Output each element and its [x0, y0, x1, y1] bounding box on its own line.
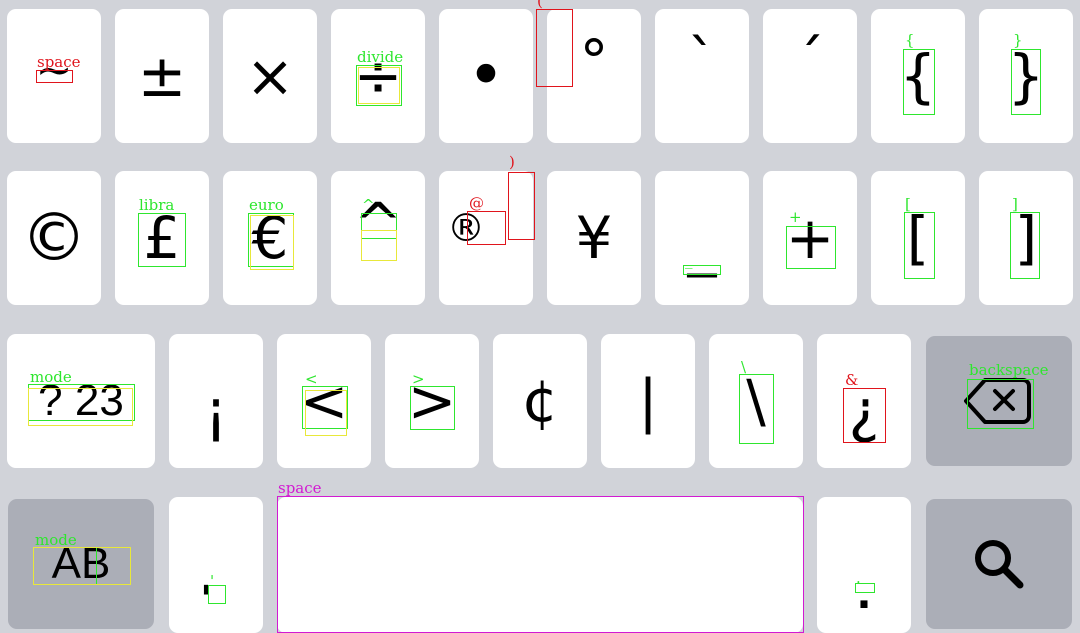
annotation-box-backslash [739, 374, 774, 444]
annotation-label-mode-23: mode [30, 368, 72, 386]
annotation-label-libra: libra [139, 196, 175, 214]
key-cent-glyph: ¢ [521, 367, 559, 435]
annotation-box-at [467, 211, 506, 245]
annotation-box-rbracket [1010, 212, 1040, 279]
search-icon [975, 540, 1024, 589]
annotation-label-paren-close: ) [509, 153, 515, 171]
annotation-label-at: @ [469, 194, 484, 212]
key-inverted-exclamation[interactable]: ¡ [169, 334, 263, 468]
annotation-box-mode-23-alt [28, 388, 133, 426]
annotation-label-rbracket: ] [1012, 195, 1018, 213]
key-apostrophe[interactable]: ' [169, 497, 263, 633]
annotation-box-backspace [967, 379, 1034, 429]
key-plus-minus[interactable]: ± [115, 9, 209, 143]
annotation-label-mode-ab: mode [35, 531, 77, 549]
key-period[interactable]: . [817, 497, 911, 633]
key-underscore[interactable]: _ [655, 171, 749, 305]
annotation-box-plus [786, 226, 836, 269]
search-key[interactable] [926, 499, 1072, 629]
annotation-box-period [855, 583, 875, 593]
key-times-glyph: × [245, 42, 295, 110]
annotation-box-divide-alt [358, 67, 400, 104]
annotation-label-backspace: backspace [969, 361, 1049, 379]
annotation-label-paren-open: ( [537, 0, 543, 10]
key-backtick[interactable]: ` [655, 9, 749, 143]
annotation-box-lt-alt [305, 390, 347, 436]
annotation-label-plus: + [789, 208, 802, 226]
key-times[interactable]: × [223, 9, 317, 143]
annotation-box-lbrace [903, 49, 935, 115]
annotation-box-gt [410, 386, 455, 430]
annotation-box-rbrace [1011, 49, 1041, 115]
key-yen-glyph: ¥ [575, 204, 613, 272]
annotation-box-libra [138, 213, 186, 267]
annotation-label-space-2: space [278, 479, 322, 497]
key-copyright[interactable]: © [7, 171, 101, 305]
key-pipe-glyph: | [638, 367, 658, 435]
annotation-box-euro-alt [250, 215, 294, 270]
annotation-label-gt: > [412, 370, 425, 388]
key-backtick-glyph: ` [687, 27, 717, 95]
annotation-box-paren-close [508, 172, 535, 240]
annotation-box-space-2 [277, 496, 804, 633]
key-acute-glyph: ´ [795, 27, 825, 95]
annotation-label-space-1: space [37, 53, 81, 71]
key-bullet[interactable]: • [439, 9, 533, 143]
annotation-box-amp [843, 388, 886, 443]
annotation-label-amp: & [845, 371, 859, 389]
annotation-label-lbrace: { [905, 31, 915, 49]
annotation-label-lt: < [305, 370, 318, 388]
annotation-box-mode-ab-alt [33, 547, 131, 585]
annotation-label-backslash: \ [741, 358, 747, 376]
key-yen[interactable]: ¥ [547, 171, 641, 305]
key-plus-minus-glyph: ± [137, 42, 187, 110]
annotation-box-space-1 [36, 70, 73, 83]
annotation-label-lbracket: [ [905, 195, 911, 213]
annotation-label-divide: divide [357, 48, 404, 66]
annotation-box-underscore [683, 265, 721, 275]
annotation-label-rbrace: } [1013, 31, 1023, 49]
annotation-box-apostrophe [208, 585, 226, 604]
annotation-box-caret-alt [361, 230, 397, 261]
key-acute[interactable]: ´ [763, 9, 857, 143]
key-pipe[interactable]: | [601, 334, 695, 468]
annotation-box-paren-open [536, 9, 573, 87]
key-degree-glyph: ° [579, 27, 609, 95]
key-bullet-glyph: • [467, 39, 505, 113]
annotation-label-caret: ^ [362, 196, 375, 214]
key-inverted-exclamation-glyph: ¡ [204, 377, 228, 445]
key-cent[interactable]: ¢ [493, 334, 587, 468]
annotation-label-euro: euro [249, 196, 284, 214]
annotation-box-lbracket [904, 212, 935, 279]
key-copyright-glyph: © [21, 199, 87, 276]
